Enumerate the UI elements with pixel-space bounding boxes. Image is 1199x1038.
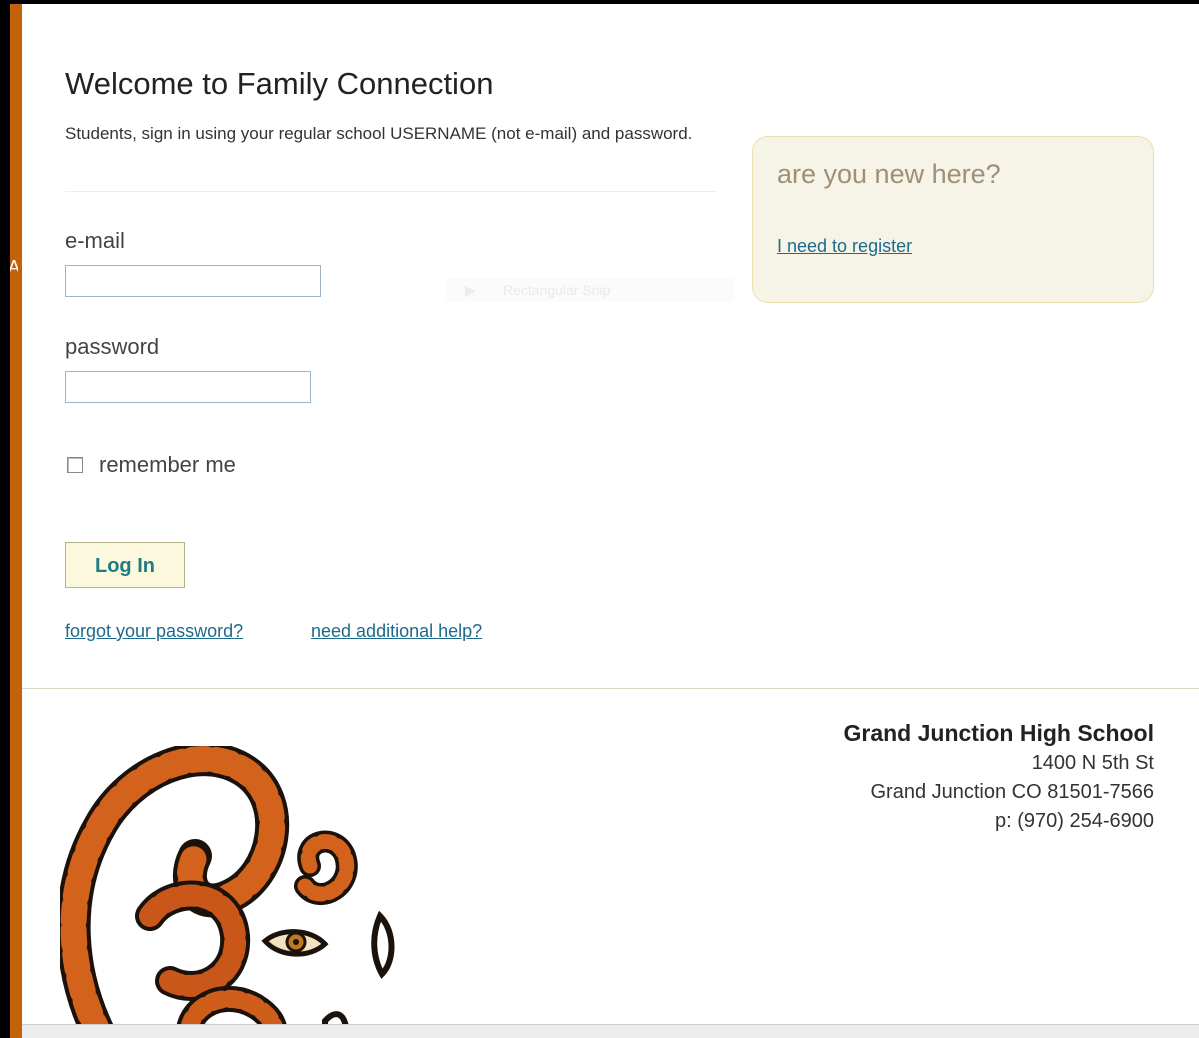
bottom-scroll-area (22, 1024, 1199, 1038)
school-phone: p: (970) 254-6900 (994, 810, 1154, 832)
new-user-box: are you new here? I need to register (752, 136, 1154, 303)
snip-overlay-label: Rectangular Snip (503, 282, 611, 298)
snip-arrow-icon: ▶ (465, 282, 476, 298)
school-name: Grand Junction High School (843, 720, 1155, 746)
email-field[interactable] (65, 265, 321, 297)
new-user-title: are you new here? (777, 159, 1001, 189)
school-address: Grand Junction High School 1400 N 5th St… (844, 717, 1155, 836)
school-street: 1400 N 5th St (1031, 752, 1154, 774)
password-field[interactable] (65, 371, 311, 403)
tiger-stripe-logo-icon (60, 746, 395, 1038)
school-city: Grand Junction CO 81501-7566 (870, 781, 1154, 803)
login-button[interactable]: Log In (65, 542, 185, 588)
email-label: e-mail (65, 228, 125, 253)
divider (65, 191, 717, 192)
remember-me-label[interactable]: remember me (99, 452, 236, 478)
sign-in-instructions: Students, sign in using your regular sch… (65, 124, 693, 143)
help-link[interactable]: need additional help? (311, 621, 482, 642)
forgot-password-link[interactable]: forgot your password? (65, 621, 243, 642)
edge-fragment: A (10, 258, 18, 276)
remember-me-row[interactable]: remember me (67, 452, 236, 478)
footer-divider (22, 688, 1199, 689)
page-frame: A Welcome to Family Connection Students,… (10, 4, 1199, 1038)
register-link[interactable]: I need to register (777, 236, 912, 257)
password-label: password (65, 334, 160, 359)
remember-me-checkbox[interactable] (67, 457, 83, 473)
accent-side-bar (10, 4, 22, 1038)
page-title: Welcome to Family Connection (65, 66, 494, 101)
snip-overlay: ▶ Rectangular Snip (445, 278, 735, 302)
